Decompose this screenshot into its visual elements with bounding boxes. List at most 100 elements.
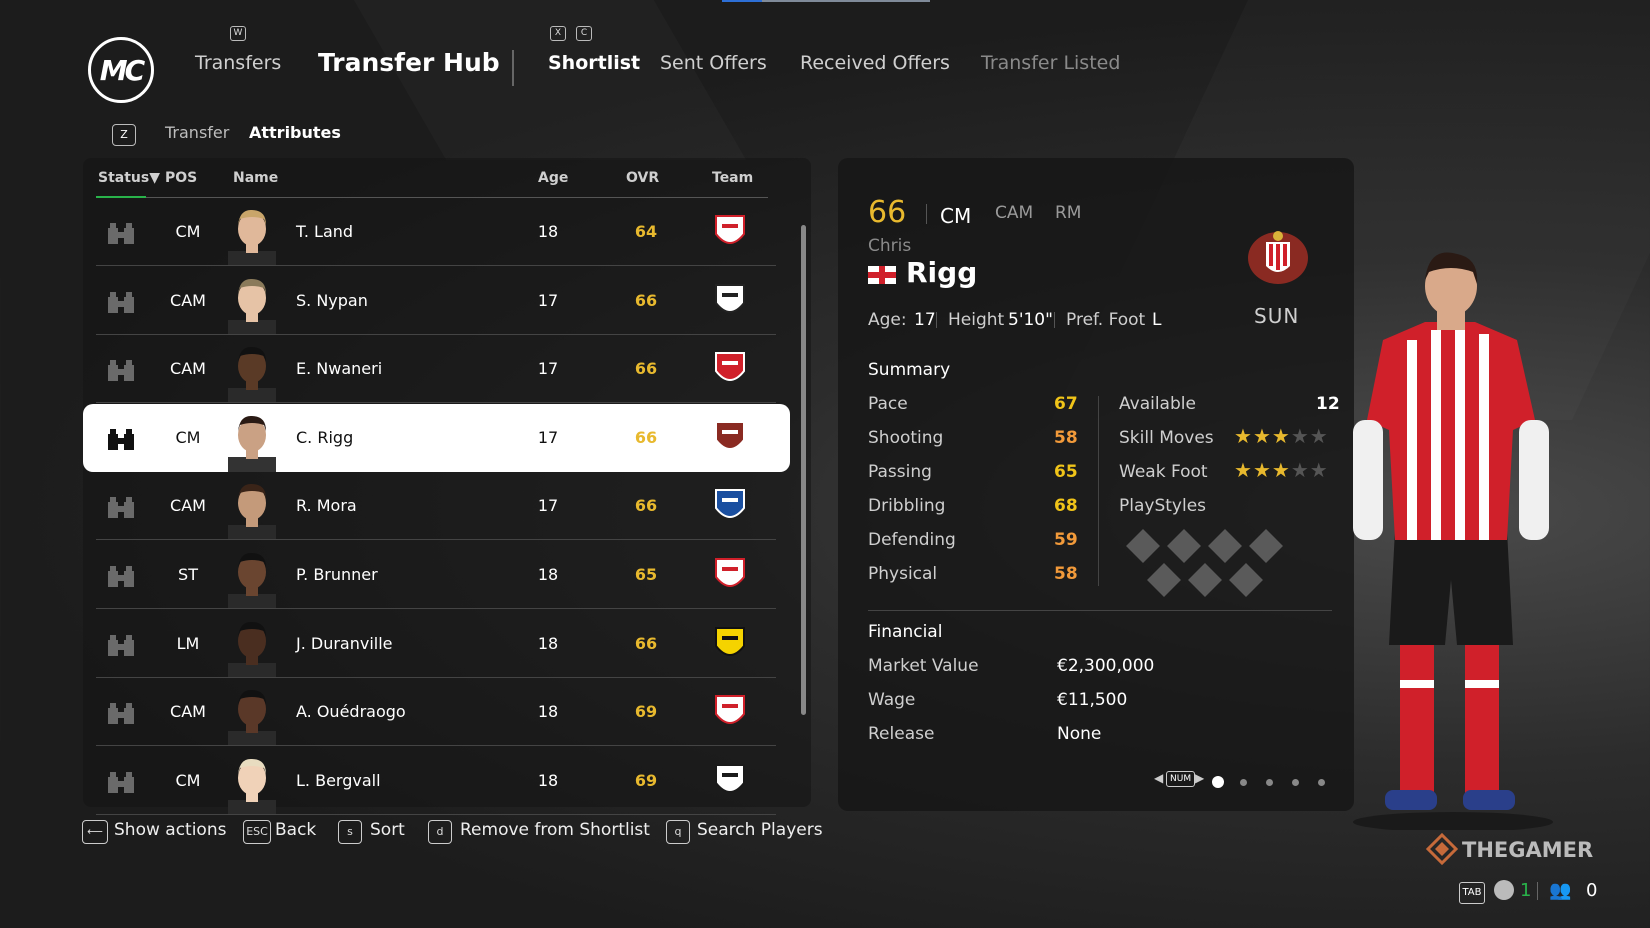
col-name[interactable]: Name bbox=[233, 170, 278, 186]
table-row[interactable]: CAM R. Mora 17 66 bbox=[96, 472, 776, 541]
pager-left-icon[interactable]: ◀ bbox=[1154, 771, 1163, 785]
player-ovr: 64 bbox=[634, 222, 658, 241]
tab-transfer-listed[interactable]: Transfer Listed bbox=[981, 52, 1120, 74]
sunderland-crest-icon bbox=[715, 420, 745, 450]
subtab-attributes[interactable]: Attributes bbox=[249, 123, 341, 142]
stat-value: 59 bbox=[1054, 530, 1078, 550]
pager-dot[interactable] bbox=[1240, 779, 1247, 786]
pager-dot[interactable] bbox=[1266, 779, 1273, 786]
tab-key: TAB bbox=[1459, 882, 1485, 904]
skill-moves-label: Skill Moves bbox=[1119, 428, 1214, 448]
summary-title: Summary bbox=[868, 360, 951, 380]
market-value-label: Market Value bbox=[868, 656, 979, 676]
player-age: 18 bbox=[537, 222, 559, 241]
detail-pos-alt-1: CAM bbox=[995, 203, 1034, 223]
player-name: E. Nwaneri bbox=[296, 359, 383, 379]
list-scrollbar[interactable] bbox=[801, 225, 806, 715]
player-age: 18 bbox=[537, 633, 559, 653]
binoculars-icon[interactable] bbox=[106, 496, 136, 520]
show-actions-hint[interactable]: Show actions bbox=[114, 820, 226, 840]
playstyles-label: PlayStyles bbox=[1119, 496, 1207, 516]
col-status[interactable]: Status▼ bbox=[98, 170, 160, 186]
psv-crest-icon bbox=[715, 215, 745, 244]
table-row[interactable]: CM C. Rigg 17 66 bbox=[83, 403, 790, 472]
sort-hint[interactable]: Sort bbox=[370, 820, 405, 840]
stat-label: Defending bbox=[868, 530, 956, 550]
key-w-hint: W bbox=[230, 26, 246, 41]
divider bbox=[1054, 312, 1055, 328]
leipzig-crest-icon bbox=[715, 695, 745, 725]
detail-ovr: 66 bbox=[868, 195, 907, 230]
stat-label: Passing bbox=[868, 462, 932, 482]
table-row[interactable]: CM L. Bergvall 18 69 bbox=[96, 747, 776, 815]
remove-from-shortlist-hint[interactable]: Remove from Shortlist bbox=[460, 820, 650, 840]
remove-key: d bbox=[428, 820, 452, 844]
market-value: €2,300,000 bbox=[1057, 656, 1155, 676]
sort-key: s bbox=[338, 820, 362, 844]
table-row[interactable]: CAM A. Ouédraogo 18 69 bbox=[96, 678, 776, 747]
stat-label: Shooting bbox=[868, 428, 944, 448]
monaco-crest-icon bbox=[715, 558, 745, 587]
online-count: 1 bbox=[1520, 880, 1532, 901]
table-row[interactable]: CAM E. Nwaneri 17 66 bbox=[96, 335, 776, 404]
detail-pos-primary: CM bbox=[940, 204, 972, 228]
table-row[interactable]: CM T. Land 18 64 bbox=[96, 198, 776, 266]
col-age[interactable]: Age bbox=[538, 170, 568, 186]
player-portrait bbox=[228, 621, 276, 678]
pager-dot[interactable] bbox=[1318, 779, 1325, 786]
table-row[interactable]: CAM S. Nypan 17 66 bbox=[96, 267, 776, 335]
pager-right-icon[interactable]: ▶ bbox=[1195, 771, 1204, 785]
top-progress-line bbox=[722, 0, 930, 2]
stat-value: 67 bbox=[1054, 394, 1078, 414]
subtab-transfer[interactable]: Transfer bbox=[165, 123, 229, 142]
height-label: Height bbox=[948, 310, 1005, 330]
binoculars-icon[interactable] bbox=[106, 222, 136, 246]
tab-received-offers[interactable]: Received Offers bbox=[800, 52, 950, 74]
player-name: R. Mora bbox=[296, 496, 357, 516]
back-hint[interactable]: Back bbox=[275, 820, 316, 840]
foot-label: Pref. Foot bbox=[1066, 310, 1146, 330]
col-ovr[interactable]: OVR bbox=[626, 170, 659, 186]
bvb-crest-icon bbox=[715, 626, 745, 656]
player-position: ST bbox=[178, 565, 198, 584]
binoculars-icon[interactable] bbox=[106, 291, 136, 315]
rosenborg-crest-icon bbox=[715, 283, 745, 313]
player-name: C. Rigg bbox=[296, 427, 354, 447]
table-row[interactable]: ST P. Brunner 18 65 bbox=[96, 541, 776, 609]
player-age: 18 bbox=[537, 565, 559, 584]
col-pos[interactable]: POS bbox=[165, 170, 197, 186]
player-portrait bbox=[228, 209, 276, 266]
player-ovr: 66 bbox=[634, 496, 658, 516]
search-players-hint[interactable]: Search Players bbox=[697, 820, 823, 840]
player-model-image bbox=[1353, 252, 1553, 830]
player-position: CM bbox=[175, 427, 201, 447]
player-ovr: 66 bbox=[634, 359, 658, 379]
weak-foot-label: Weak Foot bbox=[1119, 462, 1208, 482]
player-age: 17 bbox=[537, 359, 559, 379]
key-c-hint: C bbox=[576, 26, 592, 41]
tab-sent-offers[interactable]: Sent Offers bbox=[660, 52, 767, 74]
binoculars-icon[interactable] bbox=[106, 359, 136, 383]
nav-transfers[interactable]: Transfers bbox=[195, 52, 281, 74]
player-position: CAM bbox=[170, 496, 206, 516]
tottenham-crest-icon bbox=[715, 763, 745, 793]
pager-dot-active[interactable] bbox=[1212, 776, 1224, 788]
foot-value: L bbox=[1152, 310, 1162, 330]
divider bbox=[936, 312, 937, 328]
player-position: LM bbox=[176, 633, 200, 653]
player-portrait bbox=[228, 484, 276, 541]
binoculars-icon[interactable] bbox=[106, 702, 136, 726]
binoculars-icon[interactable] bbox=[106, 565, 136, 589]
binoculars-icon[interactable] bbox=[106, 428, 136, 452]
tab-shortlist[interactable]: Shortlist bbox=[548, 52, 640, 74]
player-name: J. Duranville bbox=[296, 633, 393, 653]
pager-dot[interactable] bbox=[1292, 779, 1299, 786]
age-label: Age: bbox=[868, 310, 907, 330]
col-team[interactable]: Team bbox=[712, 170, 753, 186]
available-label: Available bbox=[1119, 394, 1196, 414]
binoculars-icon[interactable] bbox=[106, 771, 136, 795]
table-row[interactable]: LM J. Duranville 18 66 bbox=[96, 610, 776, 678]
player-portrait bbox=[228, 552, 276, 609]
binoculars-icon[interactable] bbox=[106, 634, 136, 658]
player-name: A. Ouédraogo bbox=[296, 702, 406, 722]
